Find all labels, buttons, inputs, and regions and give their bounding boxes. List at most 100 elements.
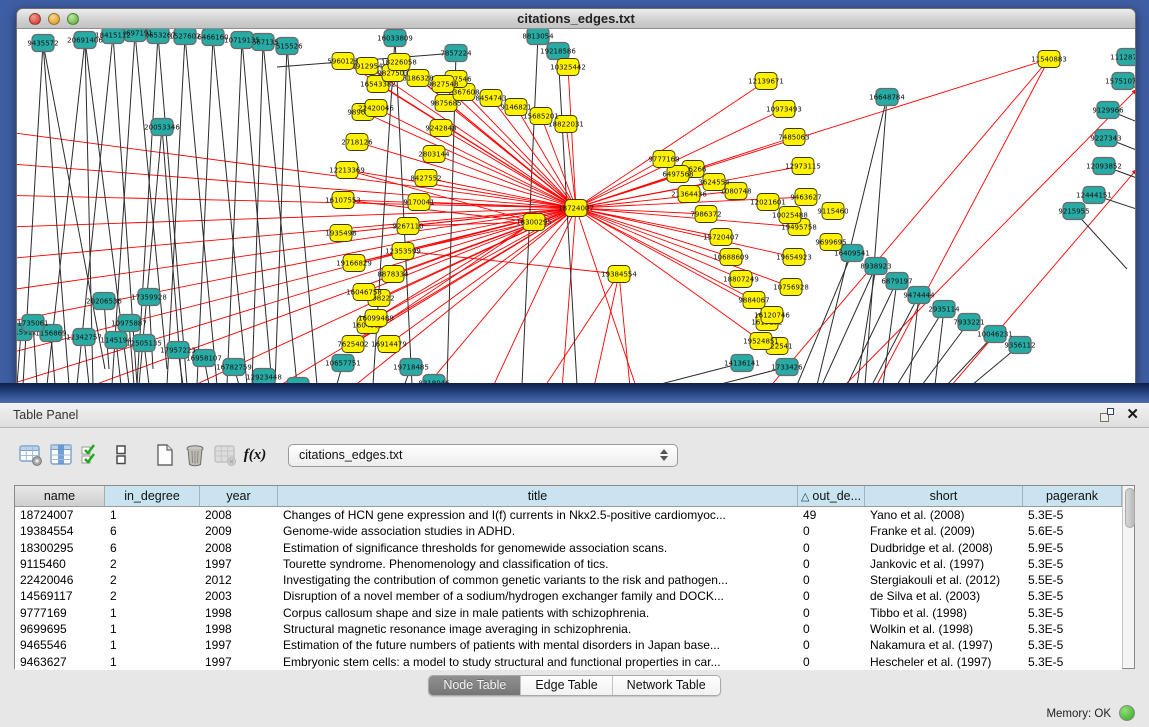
graph-node-label: 9463627: [790, 194, 821, 202]
table-cell: 5.3E-5: [1023, 637, 1122, 653]
network-view-window[interactable]: citations_edges.txt 14569117106577518318…: [16, 8, 1136, 384]
graph-edge: [17, 194, 576, 208]
tab-node-table[interactable]: Node Table: [429, 676, 521, 695]
graph-edge: [619, 274, 637, 384]
column-header-short[interactable]: short: [865, 486, 1023, 506]
table-selector-dropdown[interactable]: citations_edges.txt: [288, 444, 678, 467]
table-row[interactable]: 946362711997Embryonic stem cells: a mode…: [15, 654, 1122, 670]
graph-node-label: 14136141: [724, 360, 760, 368]
table-cell: 5.3E-5: [1023, 605, 1122, 621]
graph-node-label: 6466160: [197, 34, 228, 42]
table-scrollbar[interactable]: [1122, 486, 1134, 668]
graph-node-label: 9227343: [1090, 135, 1121, 143]
table-selector-value: citations_edges.txt: [289, 448, 655, 462]
graph-edge: [185, 36, 217, 384]
dropdown-stepper-icon: [655, 449, 673, 461]
column-header-pagerank[interactable]: pagerank: [1023, 486, 1122, 506]
graph-node-label: 9215955: [1058, 208, 1089, 216]
stacked-boxes-icon: [108, 442, 134, 468]
table-cell: Embryonic stem cells: a model to study s…: [278, 654, 798, 670]
graph-node-label: 9146821: [500, 104, 531, 112]
graph-node-label: 12139671: [748, 78, 784, 86]
graph-nodes: 1456911710657751831804619718485173342614…: [17, 29, 1135, 384]
graph-node-label: 18807249: [723, 276, 759, 284]
show-columns-button[interactable]: [46, 440, 76, 470]
graph-node-label: 17957223: [160, 347, 196, 355]
table-cell: de Silva et al. (2003): [865, 588, 1023, 604]
graph-node-label: 22420046: [358, 105, 394, 113]
table-panel-title: Table Panel: [13, 408, 78, 422]
table-row[interactable]: 1830029562008Estimation of significance …: [15, 540, 1122, 556]
graph-node-label: 9242848: [425, 125, 456, 133]
graph-edge: [576, 208, 657, 384]
graph-node-label: 19218586: [540, 48, 576, 56]
tab-network-table[interactable]: Network Table: [613, 676, 720, 695]
table-cell: 1998: [200, 621, 278, 637]
function-builder-button[interactable]: f(x): [240, 440, 270, 470]
table-cell: 1997: [200, 637, 278, 653]
graph-node-label: 16914479: [371, 341, 407, 349]
column-header-title[interactable]: title: [278, 486, 798, 506]
graph-node-label: 16120746: [754, 312, 790, 320]
table-row[interactable]: 1872400712008Changes of HCN gene express…: [15, 507, 1122, 523]
tab-edge-table[interactable]: Edge Table: [521, 676, 612, 695]
graph-node-label: 12021601: [750, 199, 786, 207]
memory-status-icon[interactable]: [1119, 705, 1135, 721]
graph-node-label: 9356112: [1004, 342, 1035, 350]
graph-node-label: 18724007: [558, 205, 594, 213]
graph-edge: [213, 37, 247, 384]
table-cell: 9463627: [15, 654, 105, 670]
trash-icon: [182, 442, 208, 468]
float-panel-icon[interactable]: [1100, 408, 1114, 422]
delete-column-button[interactable]: [180, 440, 210, 470]
table-cell: 9115460: [15, 556, 105, 572]
table-cell: Hescheler et al. (1997): [865, 654, 1023, 670]
graph-node-label: 1735061: [17, 320, 48, 328]
graph-node-label: 9129966: [1092, 107, 1124, 115]
table-cell: 14569117: [15, 588, 105, 604]
table-row[interactable]: 1456911722003Disruption of a novel membe…: [15, 588, 1122, 604]
table-tabs: Node TableEdge TableNetwork Table: [0, 675, 1149, 696]
table-cell: 5.3E-5: [1023, 588, 1122, 604]
row-height-button[interactable]: [106, 440, 136, 470]
graph-node-label: 10719135: [224, 37, 260, 45]
table-cell: 22420046: [15, 572, 105, 588]
table-cell: 0: [798, 556, 865, 572]
graph-edge: [457, 208, 576, 384]
import-table-button[interactable]: [210, 440, 240, 470]
table-row[interactable]: 1938455462009Genome-wide association stu…: [15, 523, 1122, 539]
table-row[interactable]: 977716911998Corpus callosum shape and si…: [15, 605, 1122, 621]
network-canvas[interactable]: 1456911710657751831804619718485173342614…: [17, 29, 1135, 384]
column-header-name[interactable]: name: [15, 486, 105, 506]
graph-node-label: 2718126: [341, 139, 373, 147]
graph-node-label: 19166829: [336, 260, 372, 268]
table-row[interactable]: 969969511998Structural magnetic resonanc…: [15, 621, 1122, 637]
table-options-button[interactable]: [16, 440, 46, 470]
graph-node-label: 19384554: [601, 271, 637, 279]
close-panel-icon[interactable]: ✕: [1126, 408, 1139, 422]
select-columns-button[interactable]: [76, 440, 106, 470]
column-header-year[interactable]: year: [200, 486, 278, 506]
graph-node-label: 10325442: [550, 64, 586, 72]
table-cell: Stergiakouli et al. (2012): [865, 572, 1023, 588]
table-row[interactable]: 946554611997Estimation of the future num…: [15, 637, 1122, 653]
table-row[interactable]: 2242004622012Investigating the contribut…: [15, 572, 1122, 588]
graph-node-label: 12342757: [66, 334, 102, 342]
scrollbar-thumb[interactable]: [1125, 488, 1135, 528]
column-header-out_de[interactable]: △out_de...: [798, 486, 865, 506]
column-header-in_degree[interactable]: in_degree: [105, 486, 200, 506]
status-bar: Memory: OK: [0, 700, 1149, 727]
table-cell: 49: [798, 507, 865, 523]
table-cell: 1: [105, 507, 200, 523]
graph-node-label: 11128741: [1110, 54, 1135, 62]
table-row[interactable]: 911546021997Tourette syndrome. Phenomeno…: [15, 556, 1122, 572]
create-column-button[interactable]: [150, 440, 180, 470]
network-graph[interactable]: 1456911710657751831804619718485173342614…: [17, 29, 1135, 384]
table-cell: 6: [105, 523, 200, 539]
graph-node-label: 9170041: [403, 199, 434, 207]
graph-edge: [17, 208, 576, 334]
table-cell: 5.6E-5: [1023, 523, 1122, 539]
table-cell: 5.9E-5: [1023, 540, 1122, 556]
network-window-titlebar[interactable]: citations_edges.txt: [17, 9, 1135, 29]
graph-edge: [395, 38, 412, 384]
